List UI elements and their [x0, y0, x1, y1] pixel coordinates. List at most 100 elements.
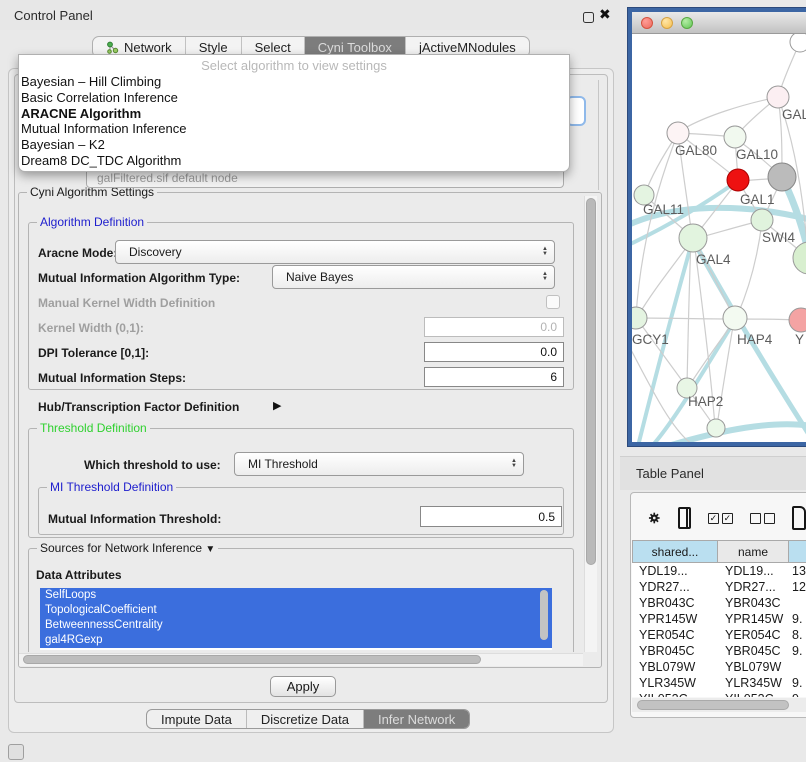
node-label: HAP2: [688, 394, 723, 409]
attribute-item[interactable]: BetweennessCentrality: [40, 618, 552, 633]
table-cell: 12: [789, 579, 806, 595]
mi-steps-field[interactable]: [424, 367, 564, 387]
mi-type-combo[interactable]: Naive Bayes ▲▼: [272, 265, 555, 289]
network-node[interactable]: [727, 169, 749, 191]
column-header-clipped[interactable]: [789, 540, 806, 563]
attributes-list-scrollbar[interactable]: [540, 590, 548, 640]
table-cell: 9.: [789, 643, 806, 659]
mi-type-label: Mutual Information Algorithm Type:: [38, 271, 240, 285]
settings-vertical-scroll-thumb[interactable]: [586, 198, 596, 565]
table-cell: YBR043C: [632, 595, 718, 611]
tab-discretize-data[interactable]: Discretize Data: [246, 710, 363, 728]
table-cell: YBR045C: [718, 643, 789, 659]
network-node[interactable]: [723, 306, 747, 330]
table-row[interactable]: YDR27...YDR27...12: [632, 579, 806, 595]
dpi-tolerance-label: DPI Tolerance [0,1]:: [38, 346, 149, 360]
mi-threshold-title: MI Threshold Definition: [47, 480, 176, 494]
cyni-bottom-tabs: Impute Data Discretize Data Infer Networ…: [146, 709, 470, 729]
which-threshold-combo[interactable]: MI Threshold ▲▼: [234, 452, 524, 476]
network-node[interactable]: [767, 86, 789, 108]
network-node[interactable]: [632, 307, 647, 329]
algorithm-option[interactable]: Bayesian – Hill Climbing: [19, 74, 569, 90]
table-row[interactable]: YER054CYER054C8.: [632, 627, 806, 643]
split-columns-icon[interactable]: [678, 507, 691, 529]
network-node[interactable]: [790, 34, 806, 52]
table-row[interactable]: YBR045CYBR045C9.: [632, 643, 806, 659]
close-traffic-light[interactable]: [641, 17, 653, 29]
network-node[interactable]: [768, 163, 796, 191]
network-node[interactable]: [751, 209, 773, 231]
attribute-item[interactable]: SelfLoops: [40, 588, 552, 603]
kernel-width-label: Kernel Width (0,1):: [38, 321, 144, 335]
zoom-traffic-light[interactable]: [681, 17, 693, 29]
dock-mini-button[interactable]: [8, 744, 24, 760]
table-header-row: shared... name: [632, 540, 806, 563]
table-row[interactable]: YIL052CYIL052C9: [632, 691, 806, 697]
node-label: GAL10: [736, 147, 778, 162]
deselect-all-icon[interactable]: [750, 513, 775, 524]
kernel-width-field[interactable]: [424, 317, 564, 337]
tab-infer-network[interactable]: Infer Network: [363, 710, 469, 728]
network-node[interactable]: [707, 419, 725, 437]
table-hscroll-thumb[interactable]: [637, 700, 789, 710]
node-label: SWI4: [762, 230, 795, 245]
node-label: Y: [795, 332, 804, 347]
table-row[interactable]: YDL19...YDL19...13: [632, 563, 806, 579]
expand-arrow-icon[interactable]: ▶: [273, 399, 281, 412]
algorithm-option[interactable]: Mutual Information Inference: [19, 121, 569, 137]
column-header-name[interactable]: name: [718, 540, 789, 563]
algorithm-option[interactable]: Basic Correlation Inference: [19, 90, 569, 106]
combo-arrows-icon: ▲▼: [542, 247, 548, 257]
network-edge: [738, 222, 762, 314]
table-row[interactable]: YBL079WYBL079W: [632, 659, 806, 675]
control-panel-title: Control Panel: [14, 8, 93, 23]
tab-impute-data[interactable]: Impute Data: [147, 710, 246, 728]
network-view-window: GALGAL80GAL10GAL11GAL1GAL4SWI4GCY1HAP4YH…: [628, 8, 806, 446]
export-table-icon[interactable]: [792, 506, 806, 530]
mi-threshold-field[interactable]: [420, 506, 562, 527]
table-cell: YPR145W: [632, 611, 718, 627]
hub-section-label: Hub/Transcription Factor Definition: [38, 400, 239, 414]
select-all-icon[interactable]: ✓✓: [708, 513, 733, 524]
attribute-item[interactable]: TopologicalCoefficient: [40, 603, 552, 618]
table-cell: YBL079W: [718, 659, 789, 675]
attribute-item[interactable]: gal4RGexp: [40, 633, 552, 648]
table-row[interactable]: YPR145WYPR145W9.: [632, 611, 806, 627]
settings-horizontal-scroll-thumb[interactable]: [23, 655, 481, 664]
algorithm-popup-list: Bayesian – Hill ClimbingBasic Correlatio…: [19, 74, 569, 169]
table-row[interactable]: YLR345WYLR345W9.: [632, 675, 806, 691]
network-canvas[interactable]: GALGAL80GAL10GAL11GAL1GAL4SWI4GCY1HAP4YH…: [632, 34, 806, 442]
table-cell: 8.: [789, 627, 806, 643]
algorithm-option[interactable]: ARACNE Algorithm: [19, 106, 569, 122]
group-border-fragment: [598, 80, 599, 190]
minimize-traffic-light[interactable]: [661, 17, 673, 29]
table-cell: 13: [789, 563, 806, 579]
network-node[interactable]: [679, 224, 707, 252]
aracne-mode-combo[interactable]: Discovery ▲▼: [115, 240, 555, 264]
table-row[interactable]: YBR043CYBR043C: [632, 595, 806, 611]
table-cell: YBR043C: [718, 595, 789, 611]
data-attributes-label: Data Attributes: [36, 568, 122, 582]
dpi-tolerance-field[interactable]: [424, 342, 564, 362]
apply-button[interactable]: Apply: [270, 676, 336, 697]
network-node[interactable]: [724, 126, 746, 148]
algorithm-definition-title: Algorithm Definition: [37, 215, 147, 229]
float-window-icon[interactable]: [583, 12, 594, 23]
algorithm-option[interactable]: Dream8 DC_TDC Algorithm: [19, 153, 569, 169]
table-cell: YLR345W: [718, 675, 789, 691]
mi-steps-label: Mutual Information Steps:: [38, 371, 186, 385]
table-cell: YDL19...: [718, 563, 789, 579]
table-cell: YLR345W: [632, 675, 718, 691]
network-node[interactable]: [667, 122, 689, 144]
manual-kernel-checkbox[interactable]: [546, 295, 560, 309]
network-node[interactable]: [789, 308, 806, 332]
close-panel-icon[interactable]: ✖: [599, 6, 611, 23]
algorithm-option[interactable]: Bayesian – K2: [19, 137, 569, 153]
collapse-arrow-icon[interactable]: ▼: [205, 544, 215, 555]
settings-gear-icon[interactable]: [648, 508, 661, 528]
combo-arrows-icon: ▲▼: [511, 459, 517, 469]
node-label: HAP4: [737, 332, 773, 347]
aracne-mode-value: Discovery: [129, 245, 182, 259]
network-window-titlebar[interactable]: [632, 12, 806, 34]
column-header-shared-name[interactable]: shared...: [632, 540, 718, 563]
